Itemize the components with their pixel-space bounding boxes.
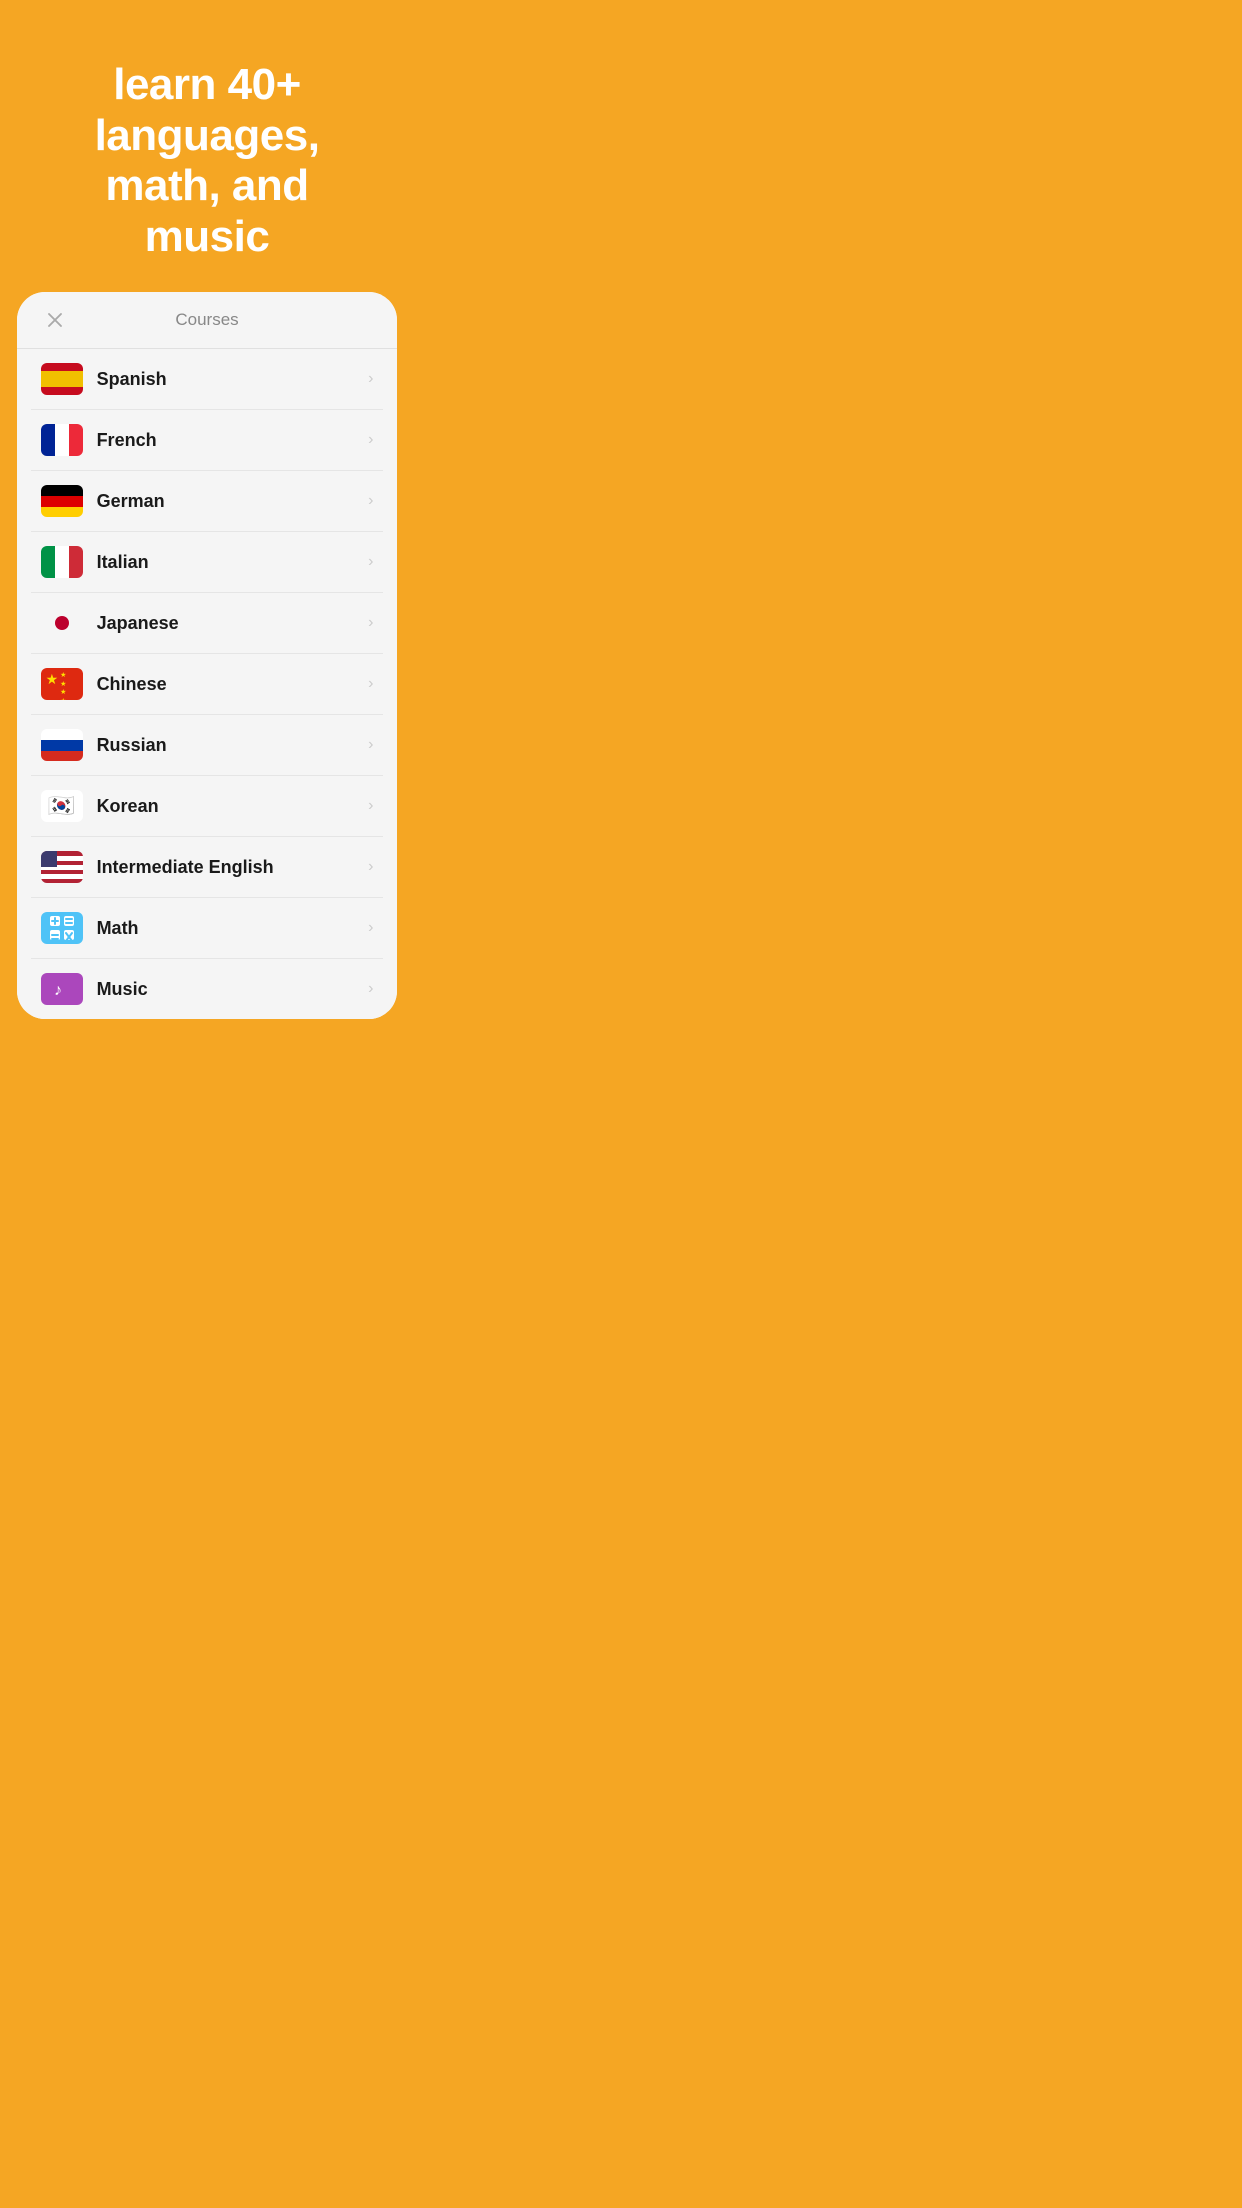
chevron-icon-russian: › bbox=[368, 736, 373, 754]
math-icon bbox=[49, 915, 75, 941]
course-name-french: French bbox=[97, 430, 369, 451]
course-name-music: Music bbox=[97, 979, 369, 1000]
music-icon: ♪ bbox=[51, 978, 73, 1000]
chevron-icon-music: › bbox=[368, 980, 373, 998]
flag-japanese bbox=[41, 607, 83, 639]
flag-math bbox=[41, 912, 83, 944]
chevron-icon-japanese: › bbox=[368, 614, 373, 632]
flag-french bbox=[41, 424, 83, 456]
chevron-icon-spanish: › bbox=[368, 370, 373, 388]
course-item-korean[interactable]: 🇰🇷 Korean › bbox=[31, 776, 384, 837]
course-item-japanese[interactable]: Japanese › bbox=[31, 593, 384, 654]
chevron-icon-chinese: › bbox=[368, 675, 373, 693]
course-name-russian: Russian bbox=[97, 735, 369, 756]
course-item-russian[interactable]: Russian › bbox=[31, 715, 384, 776]
course-item-chinese[interactable]: ★ ★ ★ ★ ★ Chinese › bbox=[31, 654, 384, 715]
flag-german bbox=[41, 485, 83, 517]
course-name-german: German bbox=[97, 491, 369, 512]
header-title: learn 40+ languages, math, and music bbox=[40, 60, 374, 262]
course-name-math: Math bbox=[97, 918, 369, 939]
flag-italian bbox=[41, 546, 83, 578]
course-item-italian[interactable]: Italian › bbox=[31, 532, 384, 593]
course-item-french[interactable]: French › bbox=[31, 410, 384, 471]
chevron-icon-german: › bbox=[368, 492, 373, 510]
flag-korean: 🇰🇷 bbox=[41, 790, 83, 822]
chevron-icon-italian: › bbox=[368, 553, 373, 571]
course-item-intermediate-english[interactable]: Intermediate English › bbox=[31, 837, 384, 898]
courses-card: Courses Spanish › French › German › bbox=[17, 292, 398, 1019]
course-item-math[interactable]: Math › bbox=[31, 898, 384, 959]
course-item-music[interactable]: ♪ Music › bbox=[31, 959, 384, 1019]
course-item-german[interactable]: German › bbox=[31, 471, 384, 532]
course-name-japanese: Japanese bbox=[97, 613, 369, 634]
course-name-italian: Italian bbox=[97, 552, 369, 573]
header-section: learn 40+ languages, math, and music bbox=[0, 0, 414, 292]
course-name-chinese: Chinese bbox=[97, 674, 369, 695]
course-name-spanish: Spanish bbox=[97, 369, 369, 390]
chevron-icon-korean: › bbox=[368, 797, 373, 815]
flag-spanish bbox=[41, 363, 83, 395]
flag-russian bbox=[41, 729, 83, 761]
flag-chinese: ★ ★ ★ ★ ★ bbox=[41, 668, 83, 700]
svg-text:♪: ♪ bbox=[54, 982, 62, 999]
courses-list: Spanish › French › German › Italian › bbox=[17, 349, 398, 1019]
chevron-icon-intermediate-english: › bbox=[368, 858, 373, 876]
courses-header-title: Courses bbox=[41, 310, 374, 330]
course-name-intermediate-english: Intermediate English bbox=[97, 857, 369, 878]
card-header: Courses bbox=[17, 292, 398, 349]
close-icon bbox=[46, 311, 64, 329]
flag-us bbox=[41, 851, 83, 883]
chevron-icon-french: › bbox=[368, 431, 373, 449]
flag-music: ♪ bbox=[41, 973, 83, 1005]
close-button[interactable] bbox=[41, 306, 69, 334]
chevron-icon-math: › bbox=[368, 919, 373, 937]
course-item-spanish[interactable]: Spanish › bbox=[31, 349, 384, 410]
course-name-korean: Korean bbox=[97, 796, 369, 817]
